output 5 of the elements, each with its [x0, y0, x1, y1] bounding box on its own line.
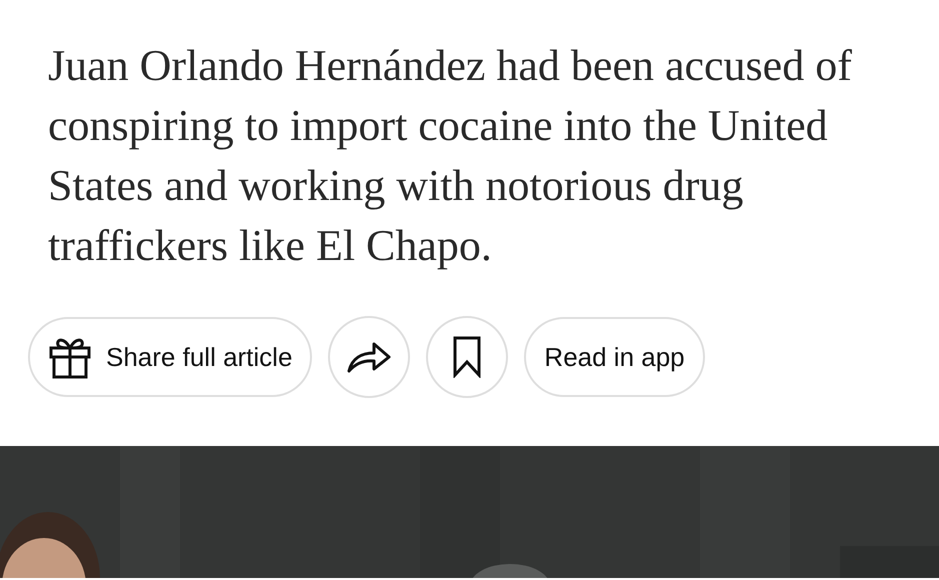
share-article-button[interactable]: Share full article — [28, 317, 312, 397]
read-in-app-button[interactable]: Read in app — [524, 317, 705, 397]
share-icon — [346, 340, 392, 374]
article-summary: Juan Orlando Hernández had been accused of conspiring to import cocaine into the United States and working with notorious drug traffickers like El Chapo. — [48, 40, 853, 272]
bookmark-icon — [452, 336, 482, 378]
